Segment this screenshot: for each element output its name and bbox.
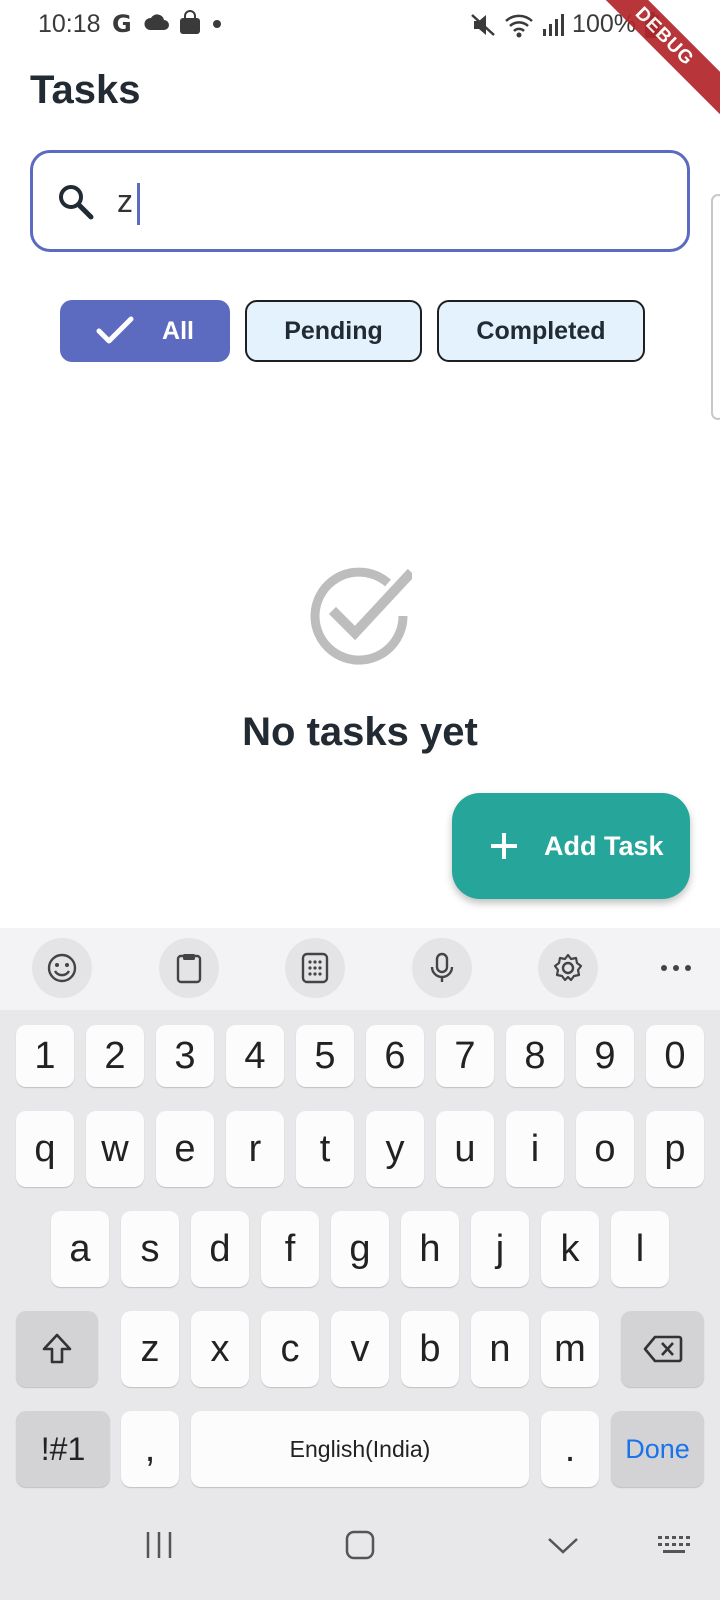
edge-panel-handle[interactable]	[711, 194, 720, 420]
key-0[interactable]: 0	[646, 1025, 704, 1087]
search-input[interactable]	[117, 173, 657, 229]
key-3[interactable]: 3	[156, 1025, 214, 1087]
key-4[interactable]: 4	[226, 1025, 284, 1087]
page-title: Tasks	[30, 68, 141, 112]
key-d[interactable]: d	[191, 1211, 249, 1287]
done-key[interactable]: Done	[611, 1411, 704, 1487]
keyboard-toolbar	[0, 928, 720, 1010]
plus-icon	[491, 833, 517, 859]
mute-icon	[471, 13, 495, 36]
key-c[interactable]: c	[261, 1311, 319, 1387]
key-z[interactable]: z	[121, 1311, 179, 1387]
space-key[interactable]: English(India)	[191, 1411, 529, 1487]
more-icon[interactable]	[646, 938, 706, 998]
key-f[interactable]: f	[261, 1211, 319, 1287]
key-a[interactable]: a	[51, 1211, 109, 1287]
shift-icon	[42, 1333, 72, 1364]
key-8[interactable]: 8	[506, 1025, 564, 1087]
keypad-icon[interactable]	[285, 938, 345, 998]
search-icon	[59, 185, 94, 220]
key-2[interactable]: 2	[86, 1025, 144, 1087]
key-v[interactable]: v	[331, 1311, 389, 1387]
empty-state-message: No tasks yet	[242, 710, 478, 754]
emoji-icon[interactable]	[32, 938, 92, 998]
key-i[interactable]: i	[506, 1111, 564, 1187]
add-task-button[interactable]: Add Task	[452, 793, 690, 899]
google-icon: G	[112, 10, 132, 36]
signal-icon	[543, 13, 565, 36]
key-u[interactable]: u	[436, 1111, 494, 1187]
microphone-icon[interactable]	[412, 938, 472, 998]
key-p[interactable]: p	[646, 1111, 704, 1187]
status-bar: 10:18 G 100% DEBUG	[0, 0, 720, 119]
clipboard-icon[interactable]	[159, 938, 219, 998]
home-icon[interactable]	[345, 1530, 375, 1560]
key-x[interactable]: x	[191, 1311, 249, 1387]
search-field[interactable]	[30, 150, 690, 252]
symbols-key[interactable]: !#1	[16, 1411, 110, 1487]
key-b[interactable]: b	[401, 1311, 459, 1387]
shopping-bag-icon	[180, 10, 200, 34]
key-t[interactable]: t	[296, 1111, 354, 1187]
check-icon	[96, 316, 134, 344]
backspace-icon	[643, 1335, 682, 1363]
status-time: 10:18	[38, 10, 101, 38]
settings-icon[interactable]	[538, 938, 598, 998]
dot-icon	[213, 20, 221, 28]
backspace-key[interactable]	[621, 1311, 704, 1387]
filter-chip-label: Completed	[476, 316, 606, 345]
recents-icon[interactable]	[144, 1530, 174, 1560]
key-w[interactable]: w	[86, 1111, 144, 1187]
key-s[interactable]: s	[121, 1211, 179, 1287]
filter-chip-all[interactable]: All	[60, 300, 230, 362]
filter-chip-label: All	[162, 316, 194, 345]
key-1[interactable]: 1	[16, 1025, 74, 1087]
key-k[interactable]: k	[541, 1211, 599, 1287]
hide-keyboard-icon[interactable]	[546, 1530, 580, 1560]
wifi-icon	[505, 14, 533, 37]
filter-chip-label: Pending	[284, 316, 383, 345]
navigation-bar	[0, 1500, 720, 1600]
key-o[interactable]: o	[576, 1111, 634, 1187]
key-5[interactable]: 5	[296, 1025, 354, 1087]
key-g[interactable]: g	[331, 1211, 389, 1287]
key-y[interactable]: y	[366, 1111, 424, 1187]
key-l[interactable]: l	[611, 1211, 669, 1287]
key-e[interactable]: e	[156, 1111, 214, 1187]
key-n[interactable]: n	[471, 1311, 529, 1387]
keyboard-switch-icon[interactable]	[656, 1530, 692, 1560]
key-r[interactable]: r	[226, 1111, 284, 1187]
cloud-icon	[144, 14, 169, 30]
key-m[interactable]: m	[541, 1311, 599, 1387]
key-6[interactable]: 6	[366, 1025, 424, 1087]
key-j[interactable]: j	[471, 1211, 529, 1287]
comma-key[interactable]: ,	[121, 1411, 179, 1487]
key-q[interactable]: q	[16, 1111, 74, 1187]
key-h[interactable]: h	[401, 1211, 459, 1287]
period-key[interactable]: .	[541, 1411, 599, 1487]
check-circle-icon	[310, 567, 412, 665]
filter-chip-completed[interactable]: Completed	[437, 300, 645, 362]
text-cursor	[137, 183, 140, 225]
filter-chip-pending[interactable]: Pending	[245, 300, 422, 362]
svg-text:G: G	[112, 10, 132, 36]
key-9[interactable]: 9	[576, 1025, 634, 1087]
shift-key[interactable]	[16, 1311, 98, 1387]
key-7[interactable]: 7	[436, 1025, 494, 1087]
add-task-label: Add Task	[544, 830, 664, 861]
